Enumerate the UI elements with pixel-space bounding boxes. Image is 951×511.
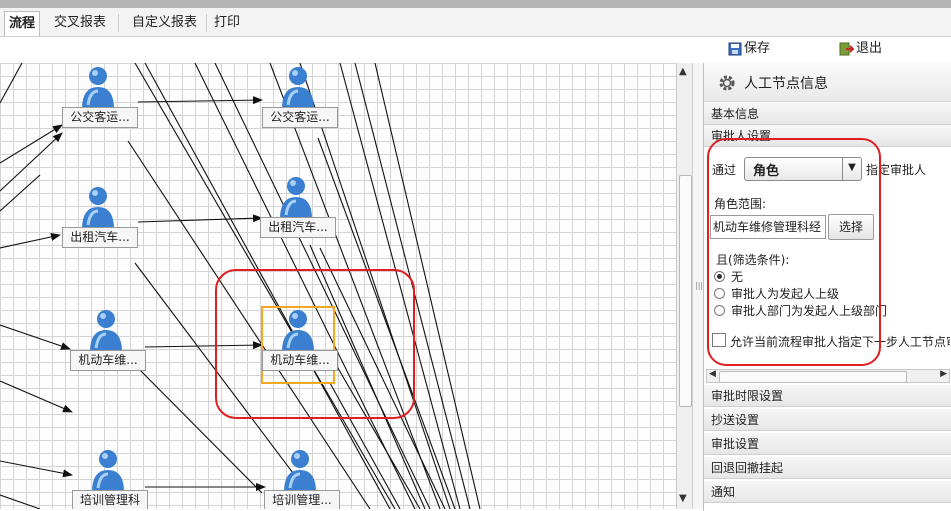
tab-separator (118, 14, 119, 32)
section-cc-settings[interactable]: 抄送设置 (704, 409, 951, 431)
user-icon (82, 67, 114, 109)
scrollbar-thumb[interactable] (719, 371, 907, 383)
node-info-panel: 人工节点信息 基本信息 审批人设置 通过 角色 ▼ 指定审批人 角色范围: 机动… (703, 63, 951, 511)
save-button[interactable]: 保存 (728, 39, 770, 59)
node-label: 培训管理... (264, 490, 340, 509)
panel-horizontal-scrollbar[interactable]: ◀ ▶ (706, 369, 950, 383)
flow-node-selected[interactable]: 机动车维... (262, 308, 340, 388)
approver-highlight (707, 138, 881, 366)
user-icon (280, 177, 312, 219)
user-icon (90, 310, 122, 352)
node-label: 出租汽车... (260, 217, 336, 238)
node-label: 公交客运... (262, 107, 338, 128)
node-label: 出租汽车... (62, 227, 138, 248)
tab-bar: 流程 交叉报表 自定义报表 打印 (0, 8, 951, 37)
toolbar: 保存 退出 (0, 37, 951, 63)
tab-cross-report[interactable]: 交叉报表 (50, 11, 110, 35)
user-icon (92, 450, 124, 492)
section-time-limit[interactable]: 审批时限设置 (704, 385, 951, 407)
user-icon (82, 187, 114, 229)
section-basic-info[interactable]: 基本信息 (704, 103, 951, 125)
window-top-strip (0, 0, 951, 8)
node-label: 机动车维... (70, 350, 146, 371)
splitter-grip-icon: ||| (695, 281, 704, 290)
flow-node[interactable]: 公交客运... (262, 65, 340, 145)
panel-splitter[interactable]: ||| (692, 63, 703, 509)
node-label: 机动车维... (262, 350, 338, 371)
gear-icon (719, 75, 735, 91)
scroll-right-icon[interactable]: ▶ (940, 369, 947, 379)
section-notify[interactable]: 通知 (704, 481, 951, 503)
flow-node[interactable]: 出租汽车... (62, 185, 140, 265)
user-icon (282, 310, 314, 352)
tab-flow[interactable]: 流程 (4, 11, 41, 36)
scroll-left-icon[interactable]: ◀ (709, 369, 716, 379)
section-approval-settings[interactable]: 审批设置 (704, 433, 951, 455)
node-label: 培训管理科 (72, 490, 148, 509)
approver-settings-body: 通过 角色 ▼ 指定审批人 角色范围: 机动车维修管理科经 选择 且(筛选条件)… (704, 138, 951, 369)
tab-print[interactable]: 打印 (210, 11, 244, 35)
flow-canvas[interactable]: 公交客运... 公交客运... 出租汽车... 出租汽车... 机动车维... … (0, 63, 676, 509)
canvas-vertical-scrollbar[interactable]: ▲ ▼ (676, 63, 693, 509)
panel-title: 人工节点信息 (744, 76, 828, 92)
flow-node[interactable]: 出租汽车... (260, 175, 338, 255)
flow-node[interactable]: 公交客运... (62, 65, 140, 145)
flow-node[interactable]: 培训管理... (264, 448, 342, 509)
save-icon (728, 42, 742, 56)
user-icon (284, 450, 316, 492)
node-label: 公交客运... (62, 107, 138, 128)
section-rollback[interactable]: 回退回撤挂起 (704, 457, 951, 479)
flow-node[interactable]: 培训管理科 (72, 448, 150, 509)
flow-node[interactable]: 机动车维... (70, 308, 148, 388)
scrollbar-thumb[interactable] (679, 175, 692, 407)
panel-header: 人工节点信息 (704, 63, 951, 102)
exit-label: 退出 (856, 41, 883, 56)
exit-icon (839, 42, 854, 56)
save-label: 保存 (744, 41, 771, 56)
scroll-down-icon[interactable]: ▼ (679, 493, 687, 504)
exit-button[interactable]: 退出 (838, 39, 882, 59)
scroll-up-icon[interactable]: ▲ (679, 66, 687, 77)
tab-custom-report[interactable]: 自定义报表 (128, 11, 201, 35)
user-icon (282, 67, 314, 109)
tab-separator (206, 14, 207, 32)
